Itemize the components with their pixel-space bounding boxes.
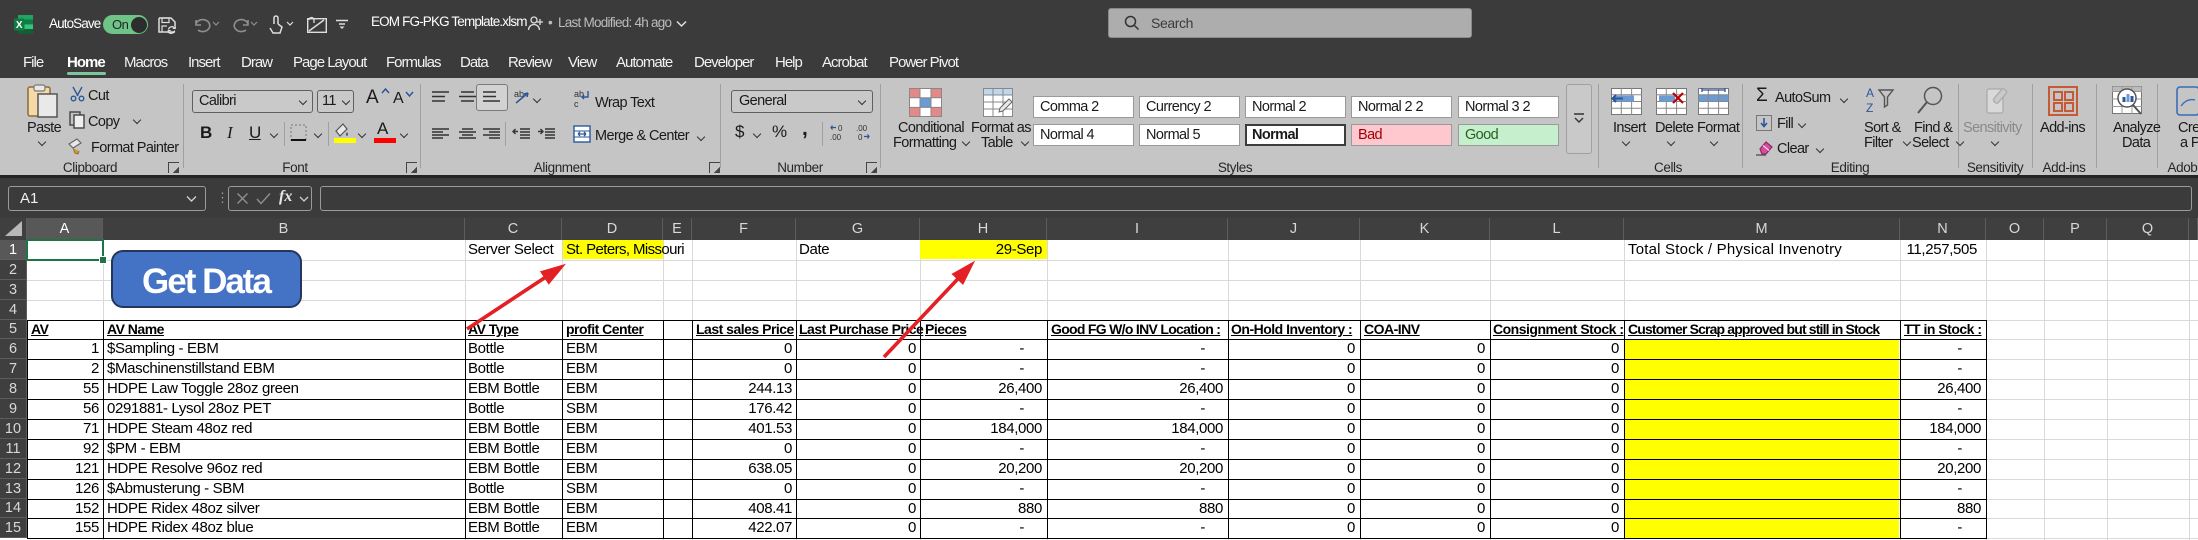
svg-text:.00: .00 bbox=[856, 124, 868, 133]
svg-text:.00: .00 bbox=[830, 133, 842, 141]
svg-text:X: X bbox=[16, 20, 23, 31]
svg-text:0: 0 bbox=[838, 124, 843, 133]
svg-text:0: 0 bbox=[858, 133, 863, 141]
svg-text:Z: Z bbox=[1866, 101, 1873, 115]
svg-text:c: c bbox=[574, 99, 579, 108]
svg-text:A: A bbox=[1866, 86, 1874, 100]
